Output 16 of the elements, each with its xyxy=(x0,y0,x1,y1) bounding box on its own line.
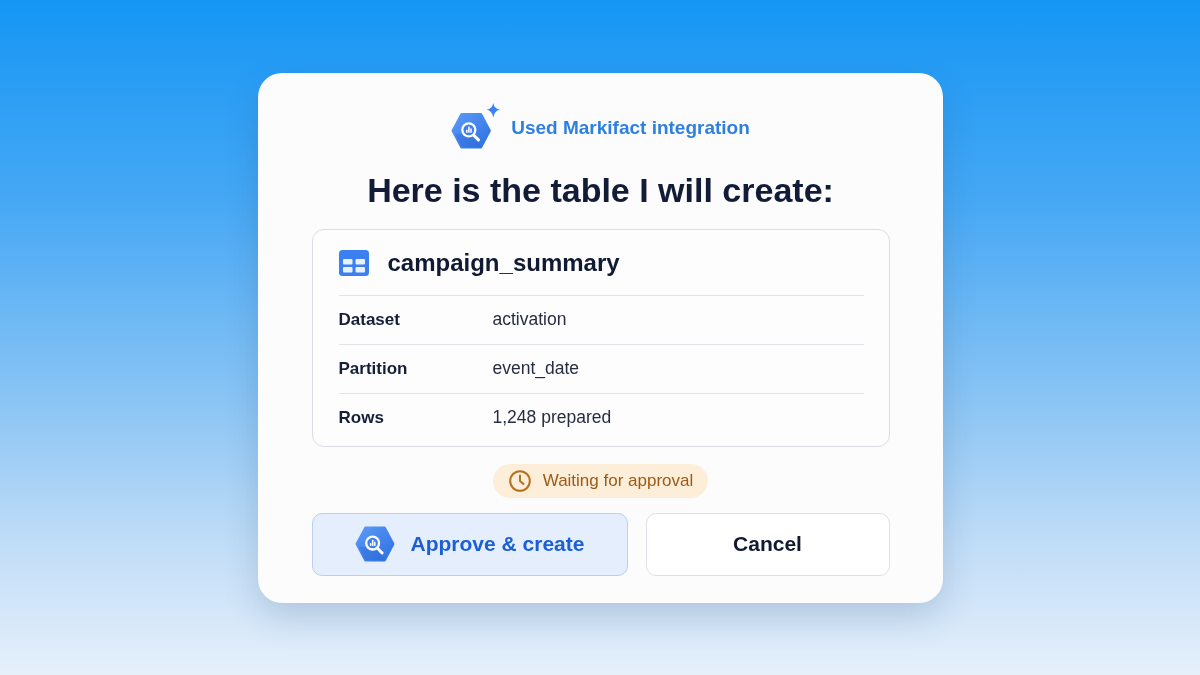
field-label: Rows xyxy=(338,407,385,428)
approve-button[interactable]: Approve & create xyxy=(311,512,628,576)
integration-label: Used Markifact integration xyxy=(511,116,750,139)
cancel-button[interactable]: Cancel xyxy=(645,512,890,576)
field-label: Dataset xyxy=(338,309,401,330)
field-value: event_date xyxy=(492,358,580,379)
field-value: 1,248 prepared xyxy=(492,407,612,428)
table-name: campaign_summary xyxy=(387,249,620,277)
status-text: Waiting for approval xyxy=(542,470,694,491)
field-label: Partition xyxy=(338,358,409,379)
table-icon xyxy=(338,250,369,276)
hexagon-magnifier-icon xyxy=(354,526,395,562)
dialog-title: Here is the table I will create: xyxy=(366,169,835,210)
hexagon-magnifier-sparkle-icon xyxy=(451,102,502,149)
field-value: activation xyxy=(492,309,567,330)
clock-icon xyxy=(508,469,531,492)
